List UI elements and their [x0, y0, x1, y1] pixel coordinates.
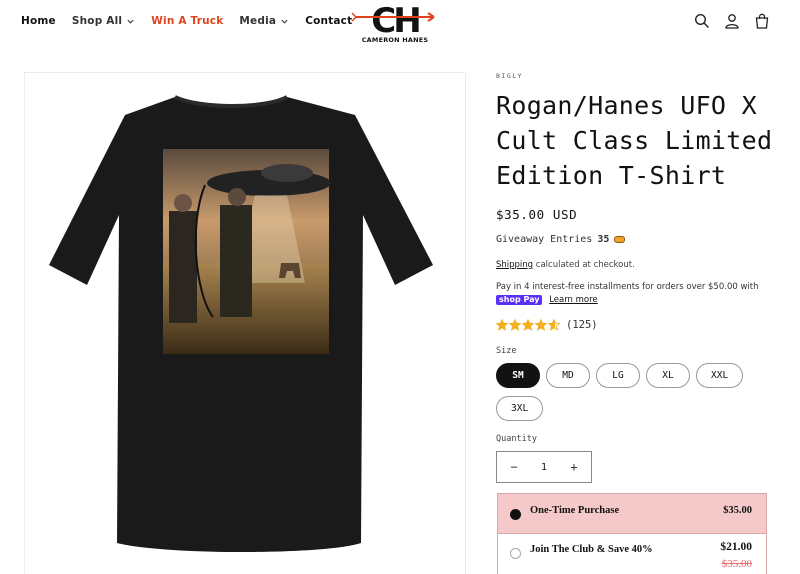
rating-count: (125) — [566, 319, 598, 331]
logo-monogram: CH — [351, 1, 435, 41]
coin-icon — [614, 236, 626, 243]
plan-price: $21.00 — [720, 541, 752, 553]
radio-selected[interactable] — [510, 509, 521, 520]
site-logo[interactable]: CH CAMERON HANES — [350, 0, 440, 48]
quantity-increase-button[interactable]: + — [567, 460, 581, 474]
product-title: Rogan/Hanes UFO X Cult Class Limited Edi… — [496, 91, 773, 190]
product-rating[interactable]: (125) — [496, 319, 776, 331]
nav-shop-all[interactable]: Shop All — [72, 15, 135, 27]
star-icon — [548, 319, 560, 331]
size-label: Size — [496, 346, 517, 356]
size-option-lg[interactable]: LG — [596, 363, 640, 388]
nav-media[interactable]: Media — [239, 15, 289, 27]
size-option-3xl[interactable]: 3XL — [496, 396, 544, 421]
product-info: BIGLY Rogan/Hanes UFO X Cult Class Limit… — [496, 72, 776, 483]
star-icon — [509, 319, 521, 331]
installments-text: Pay in 4 interest-free installments for … — [496, 282, 759, 292]
shipping-text: calculated at checkout. — [533, 260, 635, 270]
chevron-down-icon — [281, 19, 288, 24]
star-icon — [535, 319, 547, 331]
giveaway-entries: Giveaway Entries 35 — [496, 234, 776, 245]
shop-pay-logo: shop Pay — [496, 295, 543, 305]
nav-win-a-truck[interactable]: Win A Truck — [151, 15, 223, 27]
giveaway-label: Giveaway Entries — [496, 234, 593, 245]
plan-old-price: $35.00 — [721, 558, 752, 570]
quantity-value[interactable]: 1 — [541, 462, 547, 473]
plan-price: $35.00 — [723, 505, 752, 516]
quantity-decrease-button[interactable]: − — [507, 460, 521, 474]
plan-one-time[interactable]: One-Time Purchase $35.00 — [498, 494, 766, 534]
nav-media-label: Media — [239, 15, 277, 27]
product-image[interactable] — [24, 72, 466, 574]
plan-club[interactable]: Join The Club & Save 40% $21.00 $35.00 — [498, 534, 766, 574]
size-option-xxl[interactable]: XXL — [696, 363, 744, 388]
site-header: Home Shop All Win A Truck Media Contact … — [0, 0, 800, 48]
product-price: $35.00 USD — [496, 207, 578, 222]
shipping-note: Shipping calculated at checkout. — [496, 260, 776, 270]
cart-icon[interactable] — [754, 13, 770, 29]
tshirt-back-image — [49, 95, 433, 552]
nav-contact[interactable]: Contact — [305, 15, 352, 27]
quantity-stepper: − 1 + — [496, 451, 592, 483]
size-options: SM MD LG XL XXL 3XL — [496, 363, 756, 429]
size-option-sm[interactable]: SM — [496, 363, 540, 388]
size-option-xl[interactable]: XL — [646, 363, 690, 388]
chevron-down-icon — [127, 19, 134, 24]
nav-home[interactable]: Home — [21, 15, 56, 27]
nav-shop-all-label: Shop All — [71, 15, 123, 27]
star-icon — [522, 319, 534, 331]
main-nav: Home Shop All Win A Truck Media Contact — [21, 15, 368, 27]
rating-stars — [496, 319, 561, 331]
plan-name: Join The Club & Save 40% — [530, 544, 653, 555]
header-icons — [680, 13, 770, 29]
quantity-label: Quantity — [496, 434, 537, 444]
logo-name: CAMERON HANES — [361, 36, 429, 44]
plan-name: One-Time Purchase — [530, 505, 620, 516]
radio-unselected[interactable] — [510, 548, 521, 559]
svg-text:CH: CH — [371, 1, 419, 38]
shipping-link[interactable]: Shipping — [496, 260, 533, 270]
purchase-options: One-Time Purchase $35.00 Join The Club &… — [497, 493, 767, 574]
learn-more-link[interactable]: Learn more — [549, 295, 597, 305]
giveaway-count: 35 — [597, 234, 610, 245]
account-icon[interactable] — [724, 13, 740, 29]
installments-note: Pay in 4 interest-free installments for … — [496, 281, 776, 307]
size-option-md[interactable]: MD — [546, 363, 590, 388]
star-icon — [496, 319, 508, 331]
product-vendor: BIGLY — [496, 72, 524, 80]
search-icon[interactable] — [694, 13, 710, 29]
